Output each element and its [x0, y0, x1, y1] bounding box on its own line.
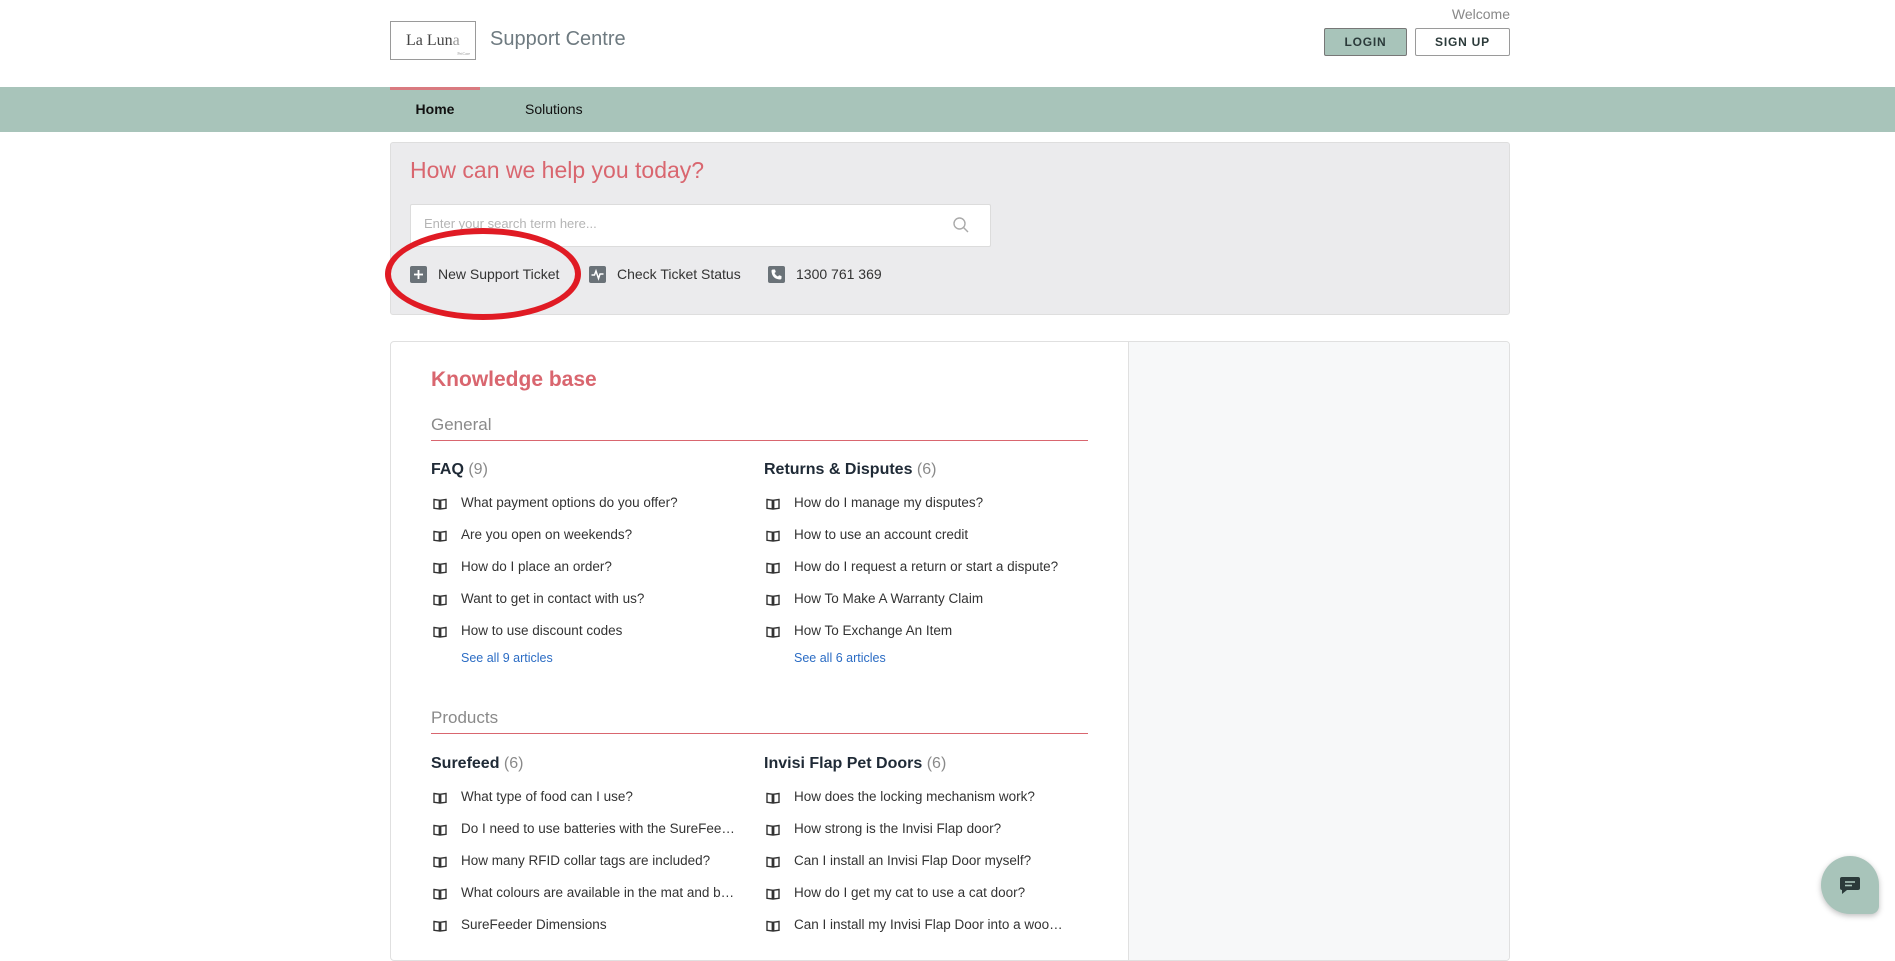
phone-number-label: 1300 761 369 — [796, 266, 882, 282]
article-link[interactable]: Are you open on weekends? — [431, 521, 761, 553]
annotation-circle — [385, 228, 581, 320]
article-link[interactable]: Do I need to use batteries with the Sure… — [431, 815, 761, 847]
tab-solutions[interactable]: Solutions — [525, 87, 583, 132]
article-count: (6) — [916, 461, 937, 478]
section-general: General — [431, 415, 1088, 441]
book-icon — [766, 824, 780, 836]
article-link[interactable]: How do I place an order? — [431, 553, 761, 585]
book-icon — [433, 824, 447, 836]
book-icon — [766, 626, 780, 638]
book-icon — [766, 530, 780, 542]
chat-widget-button[interactable] — [1821, 856, 1879, 914]
section-products: Products — [431, 708, 1088, 734]
article-link[interactable]: How to use an account credit — [764, 521, 1094, 553]
chat-icon — [1840, 877, 1860, 894]
category-title[interactable]: Invisi Flap Pet Doors (6) — [764, 755, 1094, 777]
site-title: Support Centre — [490, 28, 626, 50]
brand-logo[interactable]: La Luna PetCare — [390, 21, 476, 60]
article-link[interactable]: Can I install an Invisi Flap Door myself… — [764, 847, 1094, 879]
book-icon — [433, 530, 447, 542]
book-icon — [433, 626, 447, 638]
article-link[interactable]: What colours are available in the mat an… — [431, 879, 761, 911]
book-icon — [766, 498, 780, 510]
book-icon — [766, 594, 780, 606]
logo-wordmark: La Luna — [406, 32, 460, 49]
article-link[interactable]: How many RFID collar tags are included? — [431, 847, 761, 879]
book-icon — [766, 562, 780, 574]
see-all-faq-link[interactable]: See all 9 articles — [431, 649, 761, 677]
article-link[interactable]: How does the locking mechanism work? — [764, 783, 1094, 815]
site-header: La Luna PetCare Support Centre Welcome L… — [0, 0, 1895, 87]
book-icon — [433, 856, 447, 868]
book-icon — [433, 594, 447, 606]
article-link[interactable]: How do I manage my disputes? — [764, 489, 1094, 521]
article-link[interactable]: What type of food can I use? — [431, 783, 761, 815]
article-link[interactable]: How to use discount codes — [431, 617, 761, 649]
tab-home[interactable]: Home — [390, 87, 480, 132]
book-icon — [433, 562, 447, 574]
article-count: (6) — [926, 755, 947, 772]
book-icon — [433, 792, 447, 804]
book-icon — [433, 920, 447, 932]
category-title[interactable]: FAQ (9) — [431, 461, 761, 483]
article-count: (9) — [468, 461, 488, 478]
phone-icon — [768, 266, 785, 283]
knowledge-base-panel: Knowledge base General FAQ (9) What paym… — [390, 341, 1510, 961]
category-faq: FAQ (9) What payment options do you offe… — [431, 461, 761, 677]
signup-button[interactable]: SIGN UP — [1415, 28, 1510, 56]
welcome-text: Welcome — [1451, 6, 1510, 22]
article-link[interactable]: How do I get my cat to use a cat door? — [764, 879, 1094, 911]
article-link[interactable]: Can I install my Invisi Flap Door into a… — [764, 911, 1094, 943]
login-button[interactable]: LOGIN — [1324, 28, 1407, 56]
book-icon — [766, 856, 780, 868]
book-icon — [766, 920, 780, 932]
book-icon — [433, 498, 447, 510]
book-icon — [766, 888, 780, 900]
category-title[interactable]: Returns & Disputes (6) — [764, 461, 1094, 483]
book-icon — [433, 888, 447, 900]
article-link[interactable]: Want to get in contact with us? — [431, 585, 761, 617]
article-link[interactable]: How strong is the Invisi Flap door? — [764, 815, 1094, 847]
article-link[interactable]: What payment options do you offer? — [431, 489, 761, 521]
article-link[interactable]: How To Make A Warranty Claim — [764, 585, 1094, 617]
book-icon — [766, 792, 780, 804]
right-sidebar — [1128, 342, 1509, 960]
hero-title: How can we help you today? — [410, 157, 705, 183]
article-link[interactable]: How do I request a return or start a dis… — [764, 553, 1094, 585]
activity-icon — [589, 266, 606, 283]
article-link[interactable]: SureFeeder Dimensions — [431, 911, 761, 943]
category-invisi-flap: Invisi Flap Pet Doors (6) How does the l… — [764, 755, 1094, 943]
check-ticket-status-label: Check Ticket Status — [617, 266, 741, 282]
article-link[interactable]: How To Exchange An Item — [764, 617, 1094, 649]
category-returns-disputes: Returns & Disputes (6) How do I manage m… — [764, 461, 1094, 677]
category-title[interactable]: Surefeed (6) — [431, 755, 761, 777]
see-all-returns-link[interactable]: See all 6 articles — [764, 649, 1094, 677]
logo-subtext: PetCare — [457, 51, 470, 56]
knowledge-base-title: Knowledge base — [431, 368, 597, 391]
category-surefeed: Surefeed (6) What type of food can I use… — [431, 755, 761, 943]
article-count: (6) — [503, 755, 524, 772]
search-icon[interactable] — [952, 216, 970, 234]
main-nav: Home Solutions — [0, 87, 1895, 132]
